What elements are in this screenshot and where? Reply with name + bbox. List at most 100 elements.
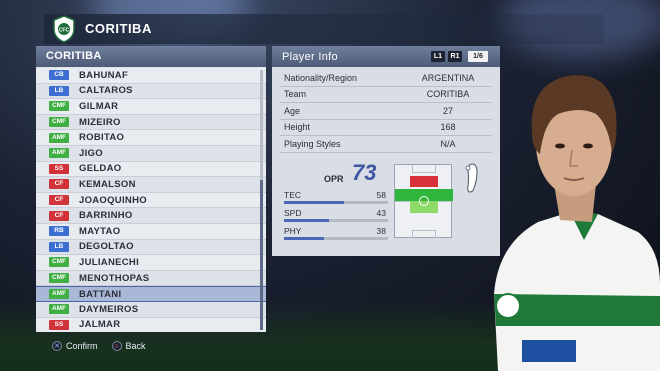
list-item[interactable]: AMF JIGO — [36, 145, 266, 162]
penalty-box-bottom — [412, 230, 436, 238]
position-badge: CMF — [49, 273, 69, 284]
cross-button-icon: ✕ — [52, 341, 62, 351]
stat-bar-fill — [284, 219, 329, 222]
position-badge: CF — [49, 210, 69, 221]
list-item[interactable]: CMF MIZEIRO — [36, 114, 266, 131]
position-badge: RB — [49, 226, 69, 237]
scrollbar-thumb[interactable] — [260, 180, 263, 330]
player-list-panel: CORITIBA CB BAHUNAF LB CALTAROS CMF GILMAR CMF… — [36, 46, 266, 332]
info-label: Nationality/Region — [284, 72, 358, 83]
stat-label: PHY — [284, 226, 302, 236]
info-value: ARGENTINA — [421, 72, 475, 83]
player-list-title: CORITIBA — [36, 46, 266, 67]
list-item[interactable]: CF BARRINHO — [36, 208, 266, 224]
stat-phy: PHY 38 — [284, 226, 388, 241]
stat-bar-fill — [284, 237, 324, 240]
info-label: Playing Styles — [284, 138, 341, 149]
list-item[interactable]: RB MAYTAO — [36, 223, 266, 240]
stat-label: TEC — [284, 190, 301, 200]
list-item[interactable]: CMF JULIANECHI — [36, 255, 266, 271]
button-guide: ✕ Confirm ○ Back — [52, 340, 156, 352]
position-badge: AMF — [49, 148, 69, 159]
confirm-label[interactable]: Confirm — [66, 341, 98, 351]
position-badge: SS — [49, 319, 69, 330]
position-badge: CMF — [49, 117, 69, 128]
stat-value: 38 — [376, 226, 386, 236]
opr-label: OPR — [324, 174, 344, 184]
position-badge: CMF — [49, 257, 69, 268]
position-badge: CF — [49, 179, 69, 190]
position-badge: AMF — [49, 289, 69, 300]
l1-button[interactable]: L1 — [431, 51, 445, 62]
player-name: MIZEIRO — [79, 116, 121, 128]
info-value: 27 — [442, 105, 453, 116]
svg-text:CFC: CFC — [59, 28, 70, 34]
list-item[interactable]: SS JALMAR — [36, 317, 266, 332]
stat-spd: SPD 43 — [284, 208, 388, 223]
player-name: BARRINHO — [79, 210, 133, 222]
info-row-nationality: Nationality/Region ARGENTINA — [280, 70, 492, 87]
player-name: DEGOLTAO — [79, 241, 134, 253]
player-stats: OPR 73 TEC 58 SPD 43 PHY 38 — [280, 158, 492, 250]
circle-button-icon: ○ — [111, 341, 122, 351]
stat-tec: TEC 58 — [284, 190, 388, 205]
player-name: CALTAROS — [79, 85, 133, 97]
player-name: JIGO — [79, 147, 103, 159]
penalty-box-top — [412, 165, 436, 173]
player-name: JULIANECHI — [79, 256, 140, 268]
list-item[interactable]: AMF DAYMEIROS — [36, 301, 266, 318]
info-label: Age — [284, 105, 301, 116]
player-name: GELDAO — [79, 163, 122, 175]
stat-label: SPD — [284, 208, 302, 218]
list-item[interactable]: SS GELDAO — [36, 161, 266, 178]
list-item[interactable]: CB BAHUNAF — [36, 68, 266, 84]
player-name: BATTANI — [79, 288, 122, 300]
player-name: MAYTAO — [79, 225, 121, 237]
list-item[interactable]: CMF MENOTHOPAS — [36, 270, 266, 287]
position-badge: CB — [49, 70, 69, 81]
position-badge: CMF — [49, 101, 69, 112]
position-badge: LB — [49, 85, 69, 96]
player-name: JOAOQUINHO — [79, 194, 147, 206]
player-name: JALMAR — [79, 319, 121, 331]
info-label: Height — [284, 122, 311, 133]
list-item[interactable]: CF KEMALSON — [36, 177, 266, 193]
preferred-foot-icon — [465, 163, 478, 193]
info-value: 168 — [440, 122, 456, 133]
info-row-age: Age 27 — [280, 103, 492, 120]
player-info-panel: Player Info L1 R1 1/6 Nationality/Region… — [272, 46, 500, 256]
list-item[interactable]: LB DEGOLTAO — [36, 239, 266, 256]
stat-value: 58 — [376, 190, 386, 200]
position-badge: CF — [49, 195, 69, 206]
info-row-team: Team CORITIBA — [280, 87, 492, 103]
info-row-height: Height 168 — [280, 120, 492, 136]
position-badge: AMF — [49, 132, 69, 143]
position-badge: SS — [49, 163, 69, 174]
page-indicator: 1/6 — [468, 51, 488, 62]
center-circle — [419, 196, 429, 206]
player-name: MENOTHOPAS — [79, 272, 150, 284]
back-label[interactable]: Back — [126, 341, 146, 351]
list-item[interactable]: AMF BATTANI — [36, 286, 266, 302]
stat-bar-fill — [284, 201, 345, 204]
info-row-playing-styles: Playing Styles N/A — [280, 136, 492, 153]
player-name: ROBITAO — [79, 132, 125, 144]
opr-value: 73 — [352, 160, 377, 185]
list-item[interactable]: LB CALTAROS — [36, 83, 266, 100]
page-title: CORITIBA — [85, 21, 152, 36]
list-item[interactable]: CF JOAOQUINHO — [36, 192, 266, 209]
team-crest-icon: CFC — [53, 15, 75, 43]
position-map — [394, 164, 453, 238]
info-value: CORITIBA — [426, 89, 470, 100]
position-zone-forward — [410, 176, 438, 187]
player-name: BAHUNAF — [79, 69, 129, 81]
list-item[interactable]: CMF GILMAR — [36, 99, 266, 115]
player-name: GILMAR — [79, 100, 119, 112]
player-info-title: Player Info — [282, 51, 338, 63]
player-list: CB BAHUNAF LB CALTAROS CMF GILMAR CMF MIZEIRO AM… — [36, 68, 266, 332]
r1-button[interactable]: R1 — [448, 51, 462, 62]
player-name: KEMALSON — [79, 178, 136, 190]
player-portrait — [494, 75, 660, 371]
list-item[interactable]: AMF ROBITAO — [36, 130, 266, 146]
position-badge: AMF — [49, 304, 69, 315]
